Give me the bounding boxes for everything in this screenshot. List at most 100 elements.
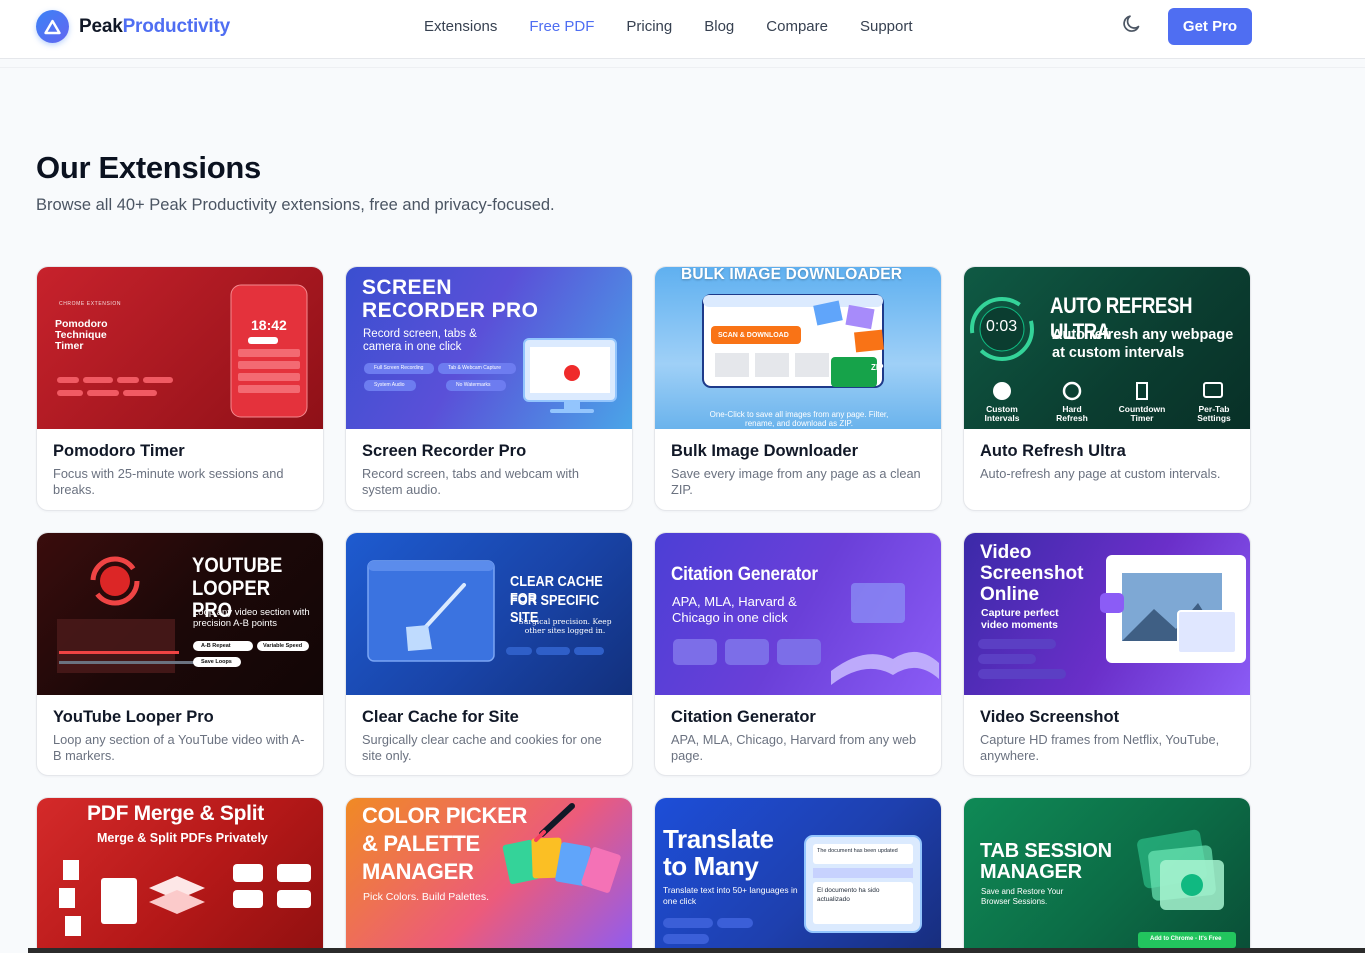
pomodoro-banner-clock: 18:42: [251, 317, 287, 333]
extension-card-title: Video Screenshot: [980, 708, 1120, 726]
main-nav: Extensions Free PDF Pricing Blog Compare…: [424, 17, 945, 37]
extension-card-translate-to-many[interactable]: Translate to Many Translate text into 50…: [654, 797, 942, 953]
video-screenshot-tagline: Capture perfect video moments: [981, 607, 1059, 631]
auto-refresh-timer: 0:03: [986, 318, 1018, 335]
translate-card-top: The document has been updated: [817, 848, 898, 854]
video-screenshot-heading2: Screenshot: [980, 563, 1084, 584]
brand-name-part2: Productivity: [122, 15, 231, 37]
screen-recorder-chip4: No Watermarks: [456, 382, 491, 388]
nav-compare[interactable]: Compare: [766, 17, 828, 37]
extension-card-description: Auto-refresh any page at custom interval…: [980, 466, 1221, 481]
screen-recorder-heading1: SCREEN: [362, 276, 452, 299]
pdf-merge-tagline: Merge & Split PDFs Privately: [97, 831, 268, 845]
pomodoro-banner-badge: CHROME EXTENSION: [59, 301, 122, 307]
get-pro-button[interactable]: Get Pro: [1168, 8, 1252, 45]
extension-card-description: Record screen, tabs and webcam with syst…: [362, 466, 579, 497]
bulk-image-footer: One-Click to save all images from any pa…: [709, 410, 889, 428]
bulk-image-zip: ZIP: [871, 363, 884, 372]
extension-card-description: Surgically clear cache and cookies for o…: [362, 732, 602, 763]
extension-card-pomodoro-timer[interactable]: CHROME EXTENSION Pomodoro Technique Time…: [36, 266, 324, 511]
extension-card-description: Focus with 25-minute work sessions and b…: [53, 466, 284, 497]
bulk-image-banner-image: BULK IMAGE DOWNLOADER SCAN & DOWNLOAD ZI…: [655, 267, 941, 429]
auto-refresh-feature-custom: Custom Intervals: [984, 404, 1020, 423]
nav-blog[interactable]: Blog: [704, 17, 734, 37]
pomodoro-banner-heading: Pomodoro Technique Timer: [55, 318, 108, 352]
tab-session-heading1: TAB SESSION: [980, 840, 1112, 862]
auto-refresh-feature-pertab: Per-Tab Settings: [1197, 404, 1231, 423]
translate-heading2: to Many: [663, 851, 759, 881]
nav-extensions[interactable]: Extensions: [424, 17, 497, 37]
auto-refresh-feature-hard: Hard Refresh: [1056, 404, 1088, 423]
screen-recorder-chip1: Full Screen Recording: [374, 365, 424, 371]
page-title: Our Extensions: [36, 150, 261, 185]
screen-recorder-chip3: System Audio: [374, 382, 405, 388]
moon-icon[interactable]: [1121, 13, 1143, 35]
header-divider: [0, 67, 1365, 68]
extension-card-description: Loop any section of a YouTube video with…: [53, 732, 305, 763]
tab-session-cta: Add to Chrome - It's Free: [1150, 936, 1222, 942]
extension-card-title: Clear Cache for Site: [362, 708, 519, 726]
clear-cache-tagline: Surgical precision. Keep other sites log…: [518, 617, 612, 635]
citation-heading: Citation Generator: [671, 564, 818, 585]
page-subtitle: Browse all 40+ Peak Productivity extensi…: [36, 196, 555, 214]
extension-card-youtube-looper-pro[interactable]: YOUTUBE LOOPER PRO Loop any video sectio…: [36, 532, 324, 776]
extension-card-title: Auto Refresh Ultra: [980, 442, 1126, 460]
color-picker-heading1: COLOR PICKER: [362, 803, 528, 828]
video-screenshot-heading3: Online: [980, 584, 1040, 605]
video-screenshot-banner-image: Video Screenshot Online Capture perfect …: [964, 533, 1250, 695]
bulk-image-scan-button: SCAN & DOWNLOAD: [718, 332, 789, 339]
auto-refresh-banner-image: 0:03 AUTO REFRESH ULTRA Auto refresh any…: [964, 267, 1250, 429]
clear-cache-banner-image: CLEAR CACHE FOR FOR SPECIFIC SITE Surgic…: [346, 533, 632, 695]
brand-name: PeakProductivity: [79, 16, 230, 38]
extension-card-title: Bulk Image Downloader: [671, 442, 859, 460]
tab-session-tagline: Save and Restore Your Browser Sessions.: [981, 887, 1064, 906]
auto-refresh-tagline: Auto refresh any webpage at custom inter…: [1052, 327, 1234, 361]
screen-recorder-chip2: Tab & Webcam Capture: [448, 365, 501, 371]
translate-tagline: Translate text into 50+ languages in one…: [663, 885, 798, 906]
pdf-merge-banner-image: PDF Merge & Split Merge & Split PDFs Pri…: [37, 798, 323, 953]
extension-card-auto-refresh-ultra[interactable]: 0:03 AUTO REFRESH ULTRA Auto refresh any…: [963, 266, 1251, 511]
extension-card-title: YouTube Looper Pro: [53, 708, 214, 726]
extension-card-bulk-image-downloader[interactable]: BULK IMAGE DOWNLOADER SCAN & DOWNLOAD ZI…: [654, 266, 942, 511]
window-bottom-edge: [28, 948, 1365, 953]
brand-logo[interactable]: PeakProductivity: [36, 10, 230, 43]
youtube-looper-tagline: Loop any video section with precision A-…: [193, 607, 310, 629]
top-navigation-bar: PeakProductivity Extensions Free PDF Pri…: [0, 0, 1365, 59]
nav-free-pdf[interactable]: Free PDF: [529, 17, 594, 37]
youtube-looper-heading1: YOUTUBE: [192, 554, 283, 577]
extension-card-title: Screen Recorder Pro: [362, 442, 527, 460]
bulk-image-heading: BULK IMAGE DOWNLOADER: [681, 267, 903, 283]
extension-card-tab-session-manager[interactable]: TAB SESSION MANAGER Save and Restore You…: [963, 797, 1251, 953]
tab-session-banner-image: TAB SESSION MANAGER Save and Restore You…: [964, 798, 1250, 953]
citation-tagline: APA, MLA, Harvard & Chicago in one click: [672, 594, 797, 625]
extension-card-screen-recorder-pro[interactable]: SCREEN RECORDER PRO Record screen, tabs …: [345, 266, 633, 511]
color-picker-heading3: MANAGER: [362, 859, 474, 884]
extension-card-citation-generator[interactable]: Citation Generator APA, MLA, Harvard & C…: [654, 532, 942, 776]
video-screenshot-heading1: Video: [980, 542, 1032, 563]
nav-pricing[interactable]: Pricing: [626, 17, 672, 37]
extension-card-description: APA, MLA, Chicago, Harvard from any web …: [671, 732, 917, 763]
brand-name-part1: Peak: [79, 15, 123, 37]
peak-logo-icon: [36, 10, 69, 43]
youtube-looper-chip3: Save Loops: [201, 659, 232, 665]
extension-card-video-screenshot[interactable]: Video Screenshot Online Capture perfect …: [963, 532, 1251, 776]
youtube-looper-chip1: A-B Repeat: [201, 643, 231, 649]
tab-session-heading2: MANAGER: [980, 861, 1082, 883]
screen-recorder-banner-image: SCREEN RECORDER PRO Record screen, tabs …: [346, 267, 632, 429]
extension-card-title: Pomodoro Timer: [53, 442, 185, 460]
color-picker-banner-image: COLOR PICKER & PALETTE MANAGER Pick Colo…: [346, 798, 632, 953]
youtube-looper-banner-image: YOUTUBE LOOPER PRO Loop any video sectio…: [37, 533, 323, 695]
translate-card-bottom: El documento ha sido actualizado: [817, 887, 880, 903]
translate-banner-image: Translate to Many Translate text into 50…: [655, 798, 941, 953]
extension-card-title: Citation Generator: [671, 708, 816, 726]
translate-heading1: Translate: [663, 824, 774, 854]
color-picker-tagline: Pick Colors. Build Palettes.: [363, 891, 490, 903]
extension-card-clear-cache-for-site[interactable]: CLEAR CACHE FOR FOR SPECIFIC SITE Surgic…: [345, 532, 633, 776]
screen-recorder-heading2: RECORDER PRO: [362, 299, 539, 322]
nav-support[interactable]: Support: [860, 17, 913, 37]
auto-refresh-feature-countdown: Countdown Timer: [1118, 404, 1166, 423]
extension-card-pdf-merge-split[interactable]: PDF Merge & Split Merge & Split PDFs Pri…: [36, 797, 324, 953]
pdf-merge-heading: PDF Merge & Split: [87, 802, 264, 825]
screen-recorder-tagline: Record screen, tabs & camera in one clic…: [363, 328, 477, 353]
extension-card-color-picker[interactable]: COLOR PICKER & PALETTE MANAGER Pick Colo…: [345, 797, 633, 953]
